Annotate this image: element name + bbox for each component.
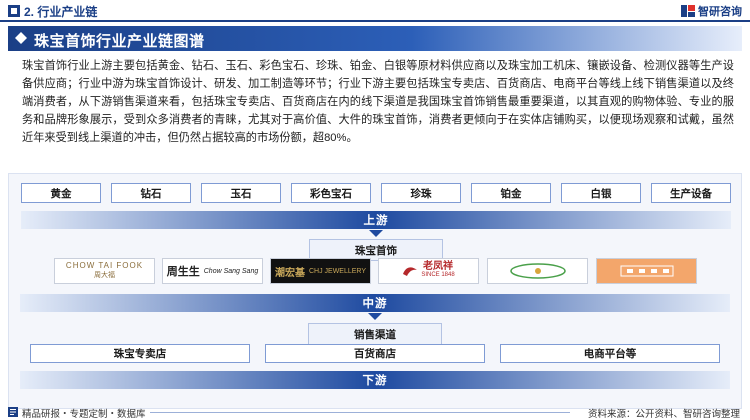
header-rule bbox=[0, 20, 750, 22]
brand-6-emblem-icon bbox=[620, 265, 673, 277]
upstream-item-colored-gem: 彩色宝石 bbox=[291, 183, 371, 203]
arrow-down-icon bbox=[369, 230, 383, 237]
footer: 精品研报・专题定制・数据库 资料来源：公开资料、智研咨询整理 bbox=[0, 403, 750, 420]
footer-source: 资料来源：公开资料、智研咨询整理 bbox=[587, 409, 740, 420]
upstream-item-jade: 玉石 bbox=[201, 183, 281, 203]
upstream-item-equipment: 生产设备 bbox=[651, 183, 731, 203]
midstream-band: 中游 bbox=[20, 294, 730, 312]
logo-chow-tai-fook: CHOW TAI FOOK 周大福 bbox=[54, 258, 155, 284]
logo-chj-jewellery: 潮宏基 CHJ JEWELLERY bbox=[270, 258, 371, 284]
footer-divider bbox=[150, 412, 570, 413]
title-banner: 珠宝首饰行业产业链图谱 bbox=[8, 26, 742, 51]
brand-name: 智研咨询 bbox=[698, 6, 742, 18]
channel-department-store: 百货商店 bbox=[265, 344, 485, 363]
upstream-item-platinum: 铂金 bbox=[471, 183, 551, 203]
brand-logo: 智研咨询 bbox=[681, 3, 742, 19]
section-bullet-icon bbox=[8, 5, 20, 17]
diamond-bullet-icon bbox=[15, 32, 27, 44]
brand-5-emblem-icon bbox=[509, 263, 566, 279]
phoenix-icon bbox=[403, 267, 418, 276]
upstream-item-diamond: 钻石 bbox=[111, 183, 191, 203]
footer-tagline: 精品研报・专题定制・数据库 bbox=[22, 409, 146, 420]
page-title: 珠宝首饰行业产业链图谱 bbox=[34, 33, 205, 50]
channel-jewelry-store: 珠宝专卖店 bbox=[30, 344, 250, 363]
logo-lao-feng-xiang: 老凤祥 SINCE 1848 bbox=[378, 258, 479, 284]
logo-jewelry-brand-6 bbox=[596, 258, 697, 284]
logo-chow-sang-sang: 周生生 Chow Sang Sang bbox=[162, 258, 263, 284]
downstream-tag: 销售渠道 bbox=[308, 323, 442, 345]
logo-jewelry-brand-5 bbox=[487, 258, 588, 284]
upstream-item-gold: 黄金 bbox=[21, 183, 101, 203]
channel-ecommerce: 电商平台等 bbox=[500, 344, 720, 363]
brand-logo-icon bbox=[681, 5, 695, 17]
downstream-band: 下游 bbox=[20, 371, 730, 389]
upstream-item-pearl: 珍珠 bbox=[381, 183, 461, 203]
upstream-item-silver: 白银 bbox=[561, 183, 641, 203]
top-bar: 2. 行业产业链 智研咨询 bbox=[0, 0, 750, 22]
section-title: 2. 行业产业链 bbox=[24, 5, 98, 19]
upstream-band: 上游 bbox=[21, 211, 731, 229]
description-paragraph: 珠宝首饰行业上游主要包括黄金、钻石、玉石、彩色宝石、珍珠、铂金、白银等原材料供应… bbox=[22, 60, 734, 144]
arrow-down-icon-2 bbox=[368, 313, 382, 320]
report-icon bbox=[8, 407, 18, 417]
